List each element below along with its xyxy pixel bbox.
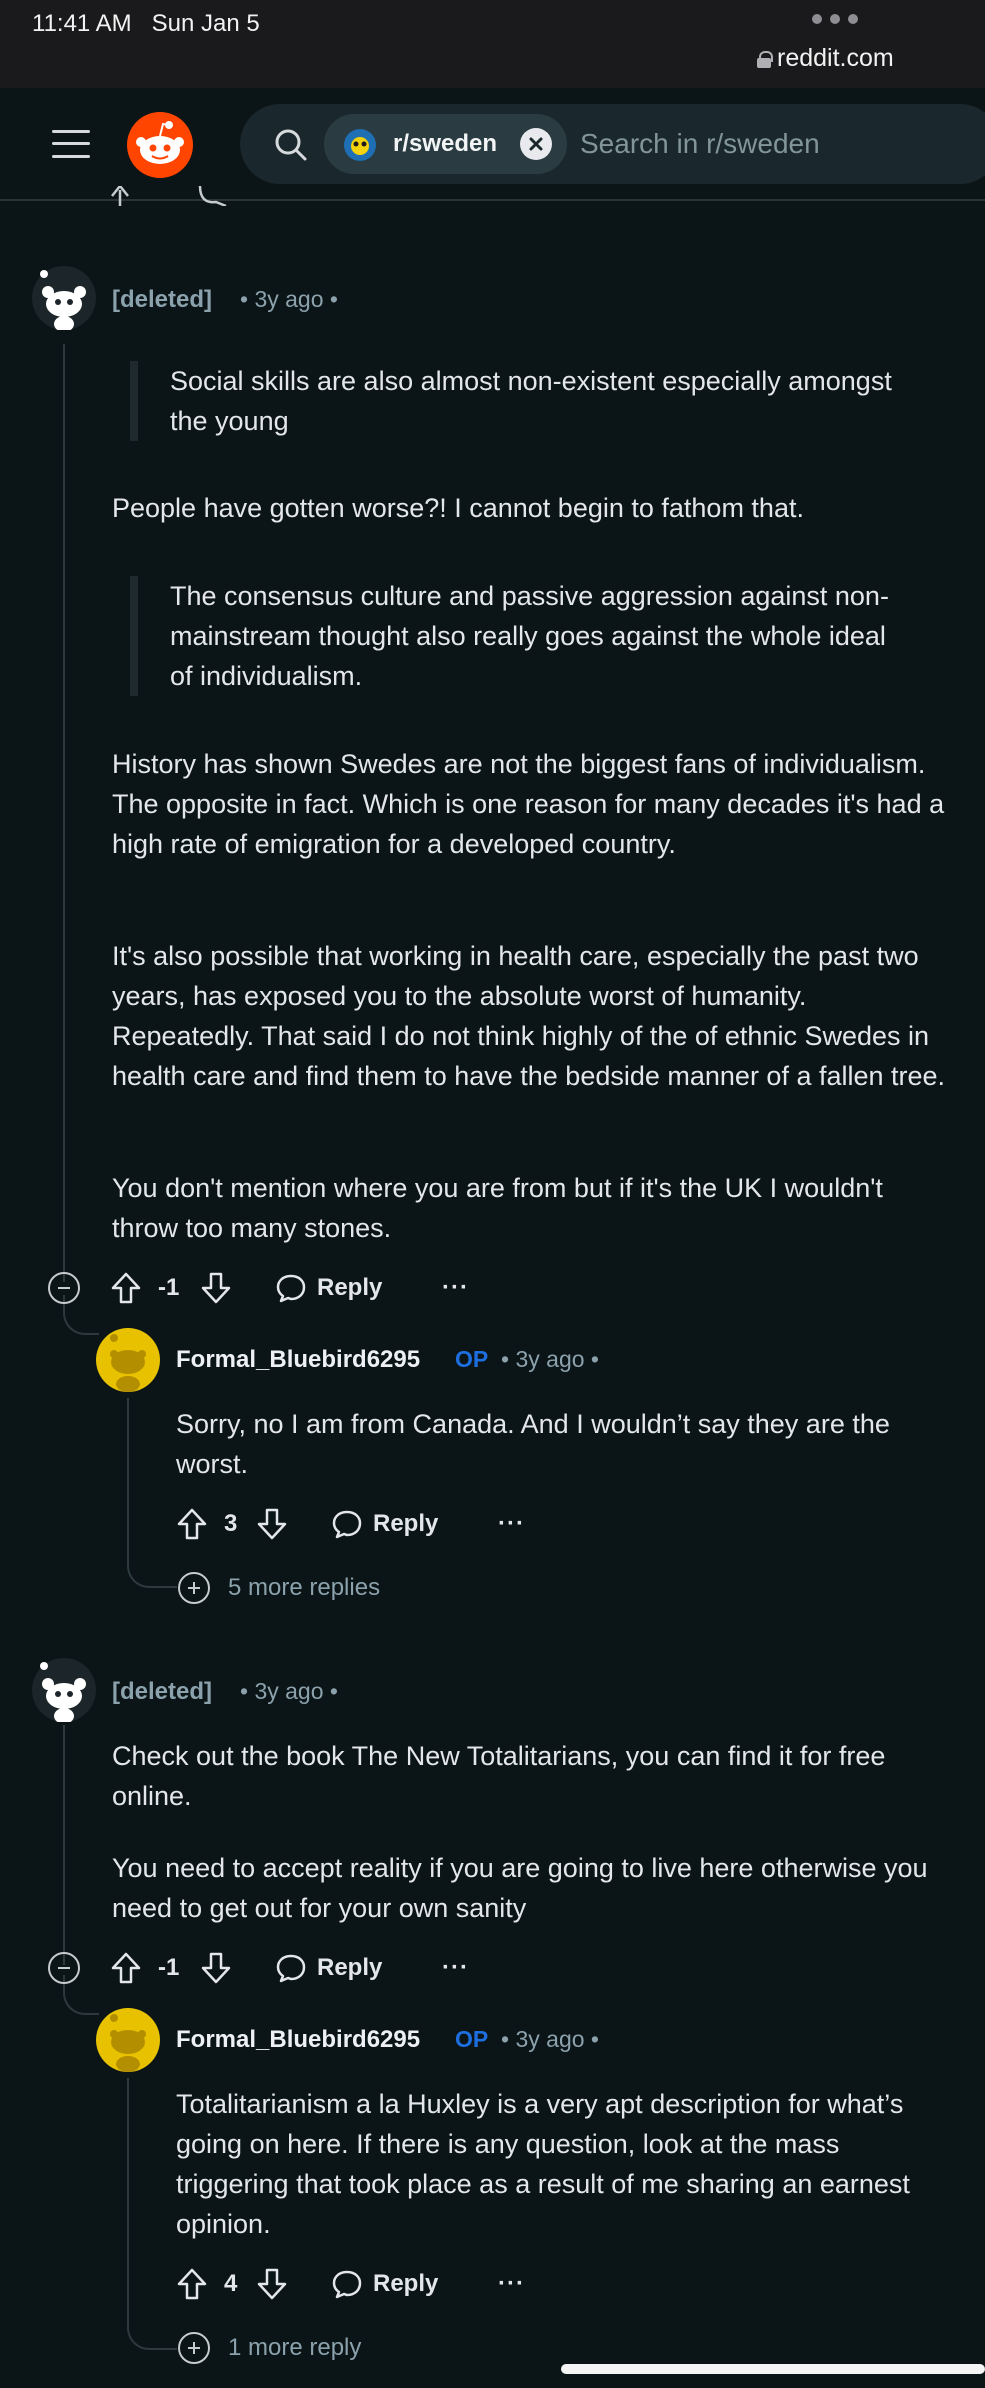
home-indicator[interactable] — [561, 2364, 985, 2374]
comment-meta: OP • 3y ago • — [455, 2026, 599, 2052]
vote-count: 3 — [224, 1510, 238, 1537]
reply-button[interactable]: Reply — [331, 1504, 438, 1544]
expand-icon — [178, 2332, 210, 2364]
comment-icon — [276, 1954, 306, 1983]
comment-text: Sorry, no I am from Canada. And I wouldn… — [176, 1409, 890, 1479]
downvote-icon[interactable] — [256, 1504, 288, 1544]
avatar[interactable] — [96, 1328, 160, 1392]
comment-quote: The consensus culture and passive aggres… — [130, 576, 910, 696]
more-options-icon[interactable]: ··· — [498, 2270, 525, 2298]
upvote-icon[interactable] — [110, 1268, 142, 1308]
browser-menu-dots[interactable] — [812, 14, 858, 24]
more-options-icon[interactable]: ··· — [442, 1954, 469, 1982]
menu-icon[interactable] — [52, 128, 90, 160]
comment-text: Check out the book The New Totalitarians… — [112, 1741, 886, 1811]
upvote-icon[interactable] — [176, 2264, 208, 2304]
comment-author[interactable]: [deleted] — [112, 286, 212, 314]
collapse-thread-icon[interactable] — [48, 1272, 80, 1304]
search-input[interactable] — [580, 122, 980, 166]
vote-count: 4 — [224, 2270, 238, 2297]
reply-button[interactable]: Reply — [331, 2264, 438, 2304]
comment-icon — [332, 2270, 362, 2299]
avatar[interactable] — [32, 266, 96, 332]
thread-elbow — [127, 2078, 177, 2350]
lock-icon — [757, 51, 773, 68]
comment-text: It's also possible that working in healt… — [112, 941, 946, 1091]
search-bar[interactable]: r/sweden — [240, 104, 985, 184]
comment-text: People have gotten worse?! I cannot begi… — [112, 493, 804, 523]
comment-actions: 3 Reply ··· — [176, 1504, 556, 1544]
search-icon[interactable] — [274, 128, 308, 162]
subreddit-chip-label: r/sweden — [393, 130, 498, 157]
comment-author[interactable]: Formal_Bluebird6295 — [176, 2026, 420, 2054]
comment-actions: -1 Reply ··· — [110, 1948, 490, 1988]
comment-actions: -1 Reply ··· — [110, 1268, 490, 1308]
address-bar[interactable]: reddit.com — [757, 44, 894, 73]
downvote-icon[interactable] — [200, 1948, 232, 1988]
comment-text: You don't mention where you are from but… — [112, 1173, 883, 1243]
comment-author[interactable]: Formal_Bluebird6295 — [176, 1346, 420, 1374]
subreddit-icon — [344, 129, 376, 161]
downvote-icon[interactable] — [200, 1268, 232, 1308]
comment-quote: Social skills are also almost non-existe… — [130, 361, 910, 441]
app-header: r/sweden — [0, 88, 985, 201]
op-badge: OP — [455, 1346, 489, 1372]
upvote-icon[interactable] — [110, 1948, 142, 1988]
vote-count: -1 — [158, 1274, 180, 1301]
comment-icon — [276, 1274, 306, 1303]
vote-count: -1 — [158, 1954, 180, 1981]
expand-icon — [178, 1572, 210, 1604]
reply-button[interactable]: Reply — [275, 1948, 382, 1988]
comment-author[interactable]: [deleted] — [112, 1678, 212, 1706]
more-options-icon[interactable]: ··· — [498, 1510, 525, 1538]
comment-meta: • 3y ago • — [240, 1678, 338, 1704]
previous-comment-actions — [110, 186, 270, 206]
comment-text: History has shown Swedes are not the big… — [112, 749, 945, 859]
thread-elbow — [127, 1398, 177, 1588]
more-replies-button[interactable]: 5 more replies — [178, 1571, 380, 1605]
status-time: 11:41 AM Sun Jan 5 — [32, 10, 260, 37]
comment-icon — [332, 1510, 362, 1539]
status-bar: 11:41 AM Sun Jan 5 reddit.com — [0, 0, 985, 88]
comment-actions: 4 Reply ··· — [176, 2264, 556, 2304]
comment-meta: • 3y ago • — [240, 286, 338, 312]
clear-subreddit-icon[interactable] — [520, 128, 552, 160]
subreddit-chip[interactable]: r/sweden — [324, 114, 567, 174]
avatar[interactable] — [96, 2008, 160, 2072]
comment-meta: OP • 3y ago • — [455, 1346, 599, 1372]
avatar[interactable] — [32, 1658, 96, 1724]
upvote-icon[interactable] — [176, 1504, 208, 1544]
more-replies-button[interactable]: 1 more reply — [178, 2331, 361, 2365]
op-badge: OP — [455, 2026, 489, 2052]
comment-text: Totalitarianism a la Huxley is a very ap… — [176, 2089, 910, 2239]
comment-text: You need to accept reality if you are go… — [112, 1853, 928, 1923]
collapse-thread-icon[interactable] — [48, 1952, 80, 1984]
reddit-logo-icon[interactable] — [127, 112, 193, 178]
more-options-icon[interactable]: ··· — [442, 1274, 469, 1302]
reply-button[interactable]: Reply — [275, 1268, 382, 1308]
thread-line — [63, 344, 65, 1282]
downvote-icon[interactable] — [256, 2264, 288, 2304]
thread-line — [63, 1725, 65, 1965]
